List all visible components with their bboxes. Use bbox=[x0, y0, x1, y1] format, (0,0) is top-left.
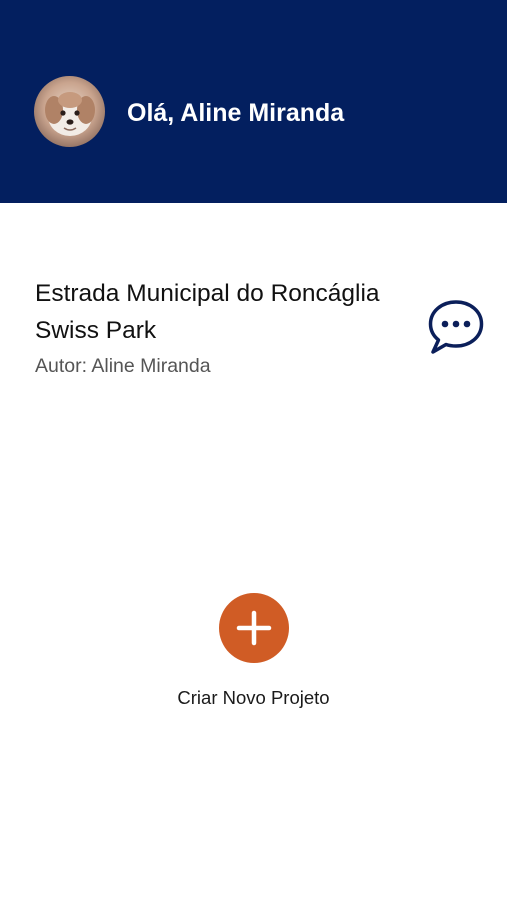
avatar-photo-icon bbox=[34, 76, 105, 147]
comment-button[interactable] bbox=[427, 298, 485, 356]
greeting-text: Olá, Aline Miranda bbox=[127, 99, 345, 127]
chat-bubble-dots-icon bbox=[428, 300, 484, 354]
plus-icon bbox=[236, 610, 271, 646]
add-project-label[interactable]: Criar Novo Projeto bbox=[0, 686, 507, 710]
project-card[interactable]: Estrada Municipal do Roncáglia Swiss Par… bbox=[35, 275, 435, 381]
app-header: Olá, Aline Miranda bbox=[0, 0, 507, 203]
add-project-button[interactable] bbox=[218, 593, 289, 663]
project-title: Estrada Municipal do Roncáglia Swiss Par… bbox=[35, 280, 380, 344]
new-project-section: Criar Novo Projeto bbox=[0, 593, 507, 710]
user-avatar[interactable] bbox=[34, 76, 105, 147]
project-author: Autor: Aline Miranda bbox=[35, 355, 211, 377]
